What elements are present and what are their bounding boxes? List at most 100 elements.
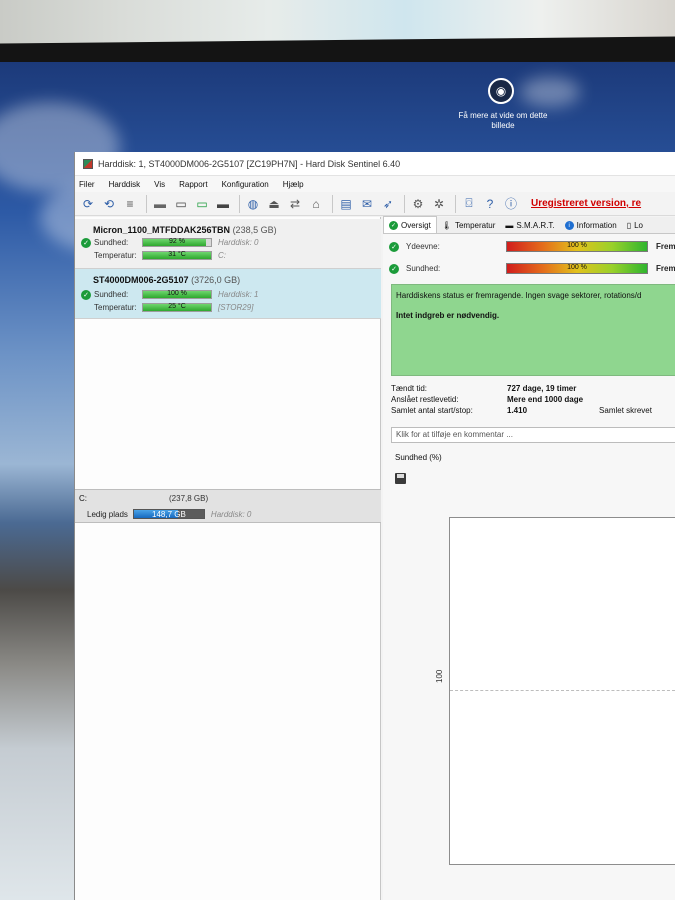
unregistered-link[interactable]: Uregistreret version, re [531,198,641,209]
status-text: Harddiskens status er fremragende. Ingen… [396,291,642,300]
camera-lens-icon[interactable]: ◉ [488,78,514,104]
health-rating: Fremra [656,264,675,273]
check-icon: ✓ [389,241,399,252]
toolbar-separator [404,194,405,213]
tab-temperatur[interactable]: 🌡 Temperatur [437,218,501,233]
chart-title: Sundhed (%) [395,453,442,462]
temp-value: 25 °C [168,303,186,310]
written-label: Samlet skrevet [599,406,652,415]
health-bar: 100 % [142,290,212,299]
performance-bar: 100 % [506,241,648,252]
disk-title: Micron_1100_MTFDDAK256TBN (238,5 GB) [93,225,277,235]
performance-rating: Fremra [656,242,675,251]
disk-health-row: ✓ Sundhed: 92 % Harddisk: 0 [81,237,258,248]
disk-icon[interactable]: ▬ [151,195,169,213]
temp-label: Temperatur: [94,251,137,260]
tab-smart[interactable]: ▬ S.M.A.R.T. [500,218,559,233]
check-icon: ✓ [389,220,398,230]
disk-temp-row: Temperatur: 31 °C C: [81,250,226,261]
info-icon[interactable]: ⓘ [502,195,520,213]
gear-icon[interactable]: ⚙ [409,195,427,213]
dash-icon: ▬ [505,221,514,230]
tab-label: Information [576,221,617,230]
disk-remove-icon[interactable]: ▬ [214,195,232,213]
volume-name: C: [79,494,87,503]
camera-icon[interactable]: ⌼ [460,195,478,213]
comment-input[interactable]: Klik for at tilføje en kommentar ... [391,427,675,443]
startstop-label: Samlet antal start/stop: [391,406,473,415]
free-space-bar: 148,7 GB [132,509,205,519]
health-bar: 92 % [142,238,212,247]
tab-oversigt[interactable]: ✓ Oversigt [383,216,437,233]
disk-size: (3726,0 GB) [191,275,241,285]
disk-list-panel: Micron_1100_MTFDDAK256TBN (238,5 GB) ✓ S… [75,217,381,900]
volume-free-row: Ledig plads 148,7 GB Harddisk: 0 [87,509,251,519]
save-icon[interactable] [395,473,406,484]
refresh-icon[interactable]: ⟳ [79,195,97,213]
volume-disk-index: Harddisk: 0 [210,509,252,519]
status-box: Harddiskens status er fremragende. Ingen… [391,284,675,376]
transfer-icon[interactable]: ⇄ [286,195,304,213]
toolbar: ⟳ ⟲ ≡ ▬ ▭ ▭ ▬ ◍ ⏏ ⇄ ⌂ ▤ ✉ ➶ ⚙ ✲ ⌼ ? ⓘ Ur… [75,192,675,216]
toolbar-separator [332,194,333,213]
volume-size: (237,8 GB) [169,494,209,503]
send-icon[interactable]: ➶ [379,195,397,213]
settings-icon[interactable]: ✲ [430,195,448,213]
eject-icon[interactable]: ⏏ [265,195,283,213]
free-space-value: 148,7 GB [152,510,186,519]
disk-name: ST4000DM006-2G5107 [93,275,189,285]
check-icon: ✓ [389,263,399,274]
y-tick-label: 100 [435,669,444,683]
menu-rapport[interactable]: Rapport [179,180,207,189]
temp-bar: 25 °C [142,303,212,312]
check-icon: ✓ [81,237,91,248]
document-icon: ▯ [626,221,632,230]
mail-icon[interactable]: ✉ [358,195,376,213]
disk-ok-icon[interactable]: ▭ [193,195,211,213]
disk-size: (238,5 GB) [232,225,277,235]
remaining-row: Anslået restlevetid: Mere end 1000 dage [391,395,583,404]
tab-label: Oversigt [401,220,431,230]
startstop-row: Samlet antal start/stop: 1.410 Samlet sk… [391,406,652,415]
toolbar-separator [146,194,147,213]
performance-value: 100 % [567,242,587,249]
check-icon: ✓ [81,289,91,300]
hds-window: Harddisk: 1, ST4000DM006-2G5107 [ZC19PH7… [74,152,675,900]
volume-entry[interactable]: C: (237,8 GB) Ledig plads 148,7 GB Hardd… [75,489,381,523]
disk-entry-1[interactable]: ST4000DM006-2G5107 (3726,0 GB) ✓ Sundhed… [75,269,381,319]
report-icon[interactable]: ▤ [337,195,355,213]
globe-icon[interactable]: ◍ [244,195,262,213]
network-icon[interactable]: ⌂ [307,195,325,213]
health-value: 92 % [169,238,185,245]
tab-information[interactable]: i Information [560,218,622,233]
remaining-label: Anslået restlevetid: [391,395,459,404]
health-chart [449,517,675,865]
health-label: Sundhed: [94,238,129,247]
disk-index: Harddisk: 0 [218,238,259,247]
disk-temp-row: Temperatur: 25 °C [STOR29] [81,302,253,313]
powered-on-row: Tændt tid: 727 dage, 19 timer [391,384,576,393]
disk-volume-label: [STOR29] [218,303,254,312]
tab-log[interactable]: ▯ Lo [622,218,648,233]
health-label: Sundhed: [406,264,441,273]
temp-bar: 31 °C [142,251,212,260]
free-space-label: Ledig plads [87,509,128,519]
spotlight-info-text[interactable]: Få mere at vide om dette billede [458,111,548,131]
health-value: 100 % [167,290,187,297]
menu-vis[interactable]: Vis [154,180,165,189]
disk-test-icon[interactable]: ▭ [172,195,190,213]
menu-filer[interactable]: Filer [79,180,95,189]
toolbar-separator [455,194,456,213]
menu-konfiguration[interactable]: Konfiguration [222,180,269,189]
menu-hjaelp[interactable]: Hjælp [283,180,304,189]
menu-harddisk[interactable]: Harddisk [109,180,141,189]
menu-bar: Filer Harddisk Vis Rapport Konfiguration… [75,176,675,192]
help-icon[interactable]: ? [481,195,499,213]
health-row: ✓ Sundhed: 100 % Fremra [389,263,675,274]
health-value: 100 % [567,264,587,271]
disk-drive-letter: C: [218,251,226,260]
list-icon[interactable]: ≡ [121,195,139,213]
info-icon: i [564,221,574,230]
disk-entry-0[interactable]: Micron_1100_MTFDDAK256TBN (238,5 GB) ✓ S… [75,219,381,269]
refresh-all-icon[interactable]: ⟲ [100,195,118,213]
